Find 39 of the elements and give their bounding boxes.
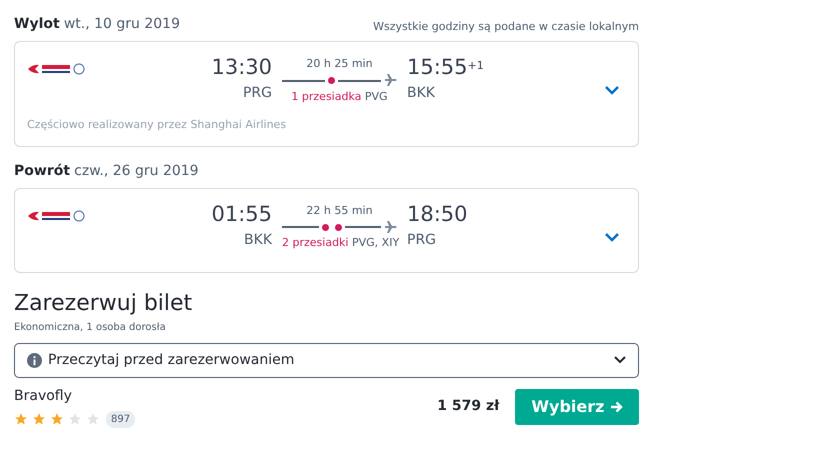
arrow-right-icon: [610, 401, 623, 414]
flight-duration: 20 h 25 min: [305, 56, 374, 72]
stops-info: 1 przesiadka PVG: [290, 88, 389, 104]
arrival-airport: PRG: [407, 230, 438, 250]
review-count: 897: [106, 410, 136, 428]
day-offset: +1: [468, 58, 484, 72]
departure-airport: PRG: [242, 84, 272, 104]
empty-star-icon: [68, 412, 82, 426]
empty-star-icon: [86, 412, 100, 426]
airline-logo-icon: [27, 208, 87, 223]
plane-icon: [385, 74, 397, 86]
arrival-time: 15:55: [407, 55, 468, 79]
price: 1 579 zł: [437, 397, 500, 416]
departure-time: 13:30: [210, 56, 272, 80]
flight-duration: 22 h 55 min: [305, 202, 374, 218]
star-icon: [14, 412, 28, 426]
booking-subtitle: Ekonomiczna, 1 osoba dorosła: [14, 320, 167, 334]
info-icon: [27, 352, 42, 368]
arrival-airport: BKK: [407, 84, 436, 104]
chevron-down-icon: [614, 356, 626, 364]
leg-date: wt., 10 gru 2019: [64, 16, 180, 32]
timezone-note: Wszystkie godziny są podane w czasie lokalnym: [373, 18, 639, 34]
provider-name: Bravofly: [14, 386, 73, 406]
leg-title: Powrót: [14, 162, 70, 178]
info-dropdown[interactable]: Przeczytaj przed zarezerwowaniem: [14, 342, 639, 378]
departure-airport: BKK: [243, 230, 272, 250]
stops-info: 2 przesiadki PVG, XIY: [282, 235, 397, 251]
star-icon: [50, 412, 64, 426]
chevron-down-icon[interactable]: [604, 85, 620, 96]
booking-title: Zarezerwuj bilet: [14, 290, 194, 318]
operator-note: Częściowo realizowany przez Shanghai Airlines: [27, 117, 288, 133]
star-icon: [32, 412, 46, 426]
leg-date: czw., 26 gru 2019: [74, 162, 199, 178]
chevron-down-icon[interactable]: [604, 232, 620, 242]
airline-logo-icon: [27, 62, 87, 76]
departure-time: 01:55: [210, 202, 272, 226]
arrival-time: 18:50: [407, 202, 468, 226]
leg-title: Wylot: [14, 16, 60, 32]
plane-icon: [385, 220, 397, 233]
